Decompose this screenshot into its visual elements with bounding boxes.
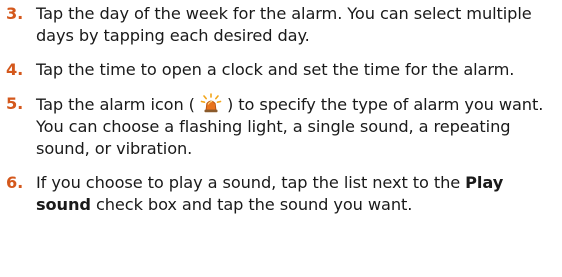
- alarm-icon: [200, 93, 222, 113]
- step-text: check box and tap the sound you want.: [90, 195, 413, 214]
- step-5: 5. Tap the alarm icon ( ) to specify the…: [6, 93, 558, 160]
- step-number: 5.: [6, 94, 24, 113]
- step-text: Tap the time to open a clock and set the…: [36, 60, 515, 79]
- step-number: 3.: [6, 4, 24, 23]
- step-text: Tap the day of the week for the alarm. Y…: [36, 4, 532, 45]
- step-text: If you choose to play a sound, tap the l…: [36, 173, 466, 192]
- step-number: 6.: [6, 173, 24, 192]
- instruction-steps: 3. Tap the day of the week for the alarm…: [6, 3, 558, 228]
- step-6: 6. If you choose to play a sound, tap th…: [6, 172, 558, 216]
- step-text-before-icon: Tap the alarm icon (: [36, 95, 200, 114]
- step-4: 4. Tap the time to open a clock and set …: [6, 59, 558, 81]
- step-number: 4.: [6, 60, 24, 79]
- step-3: 3. Tap the day of the week for the alarm…: [6, 3, 558, 47]
